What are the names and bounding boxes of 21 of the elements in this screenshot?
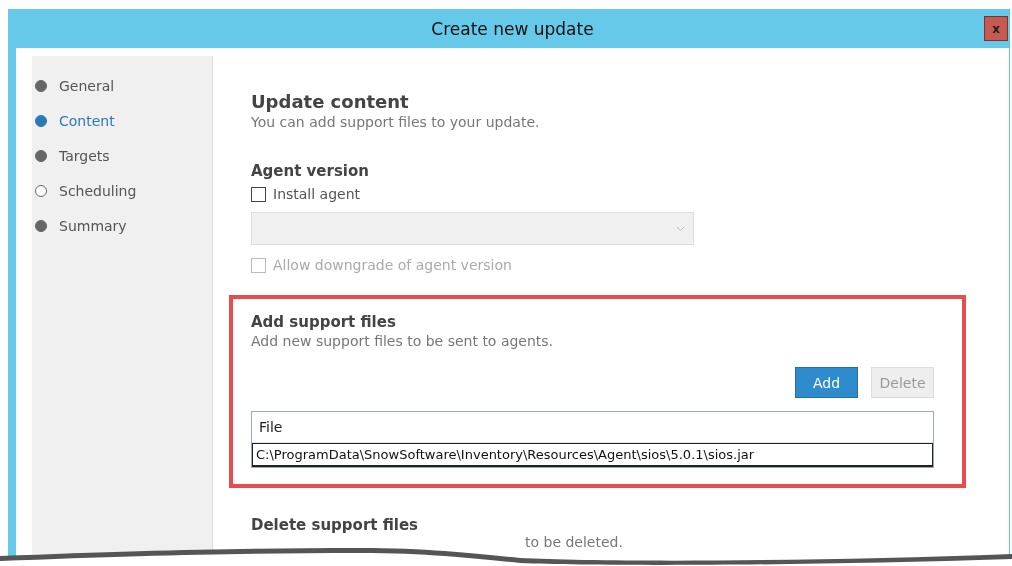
column-header[interactable]: File: [252, 412, 933, 443]
page-subtitle: You can add support files to your update.: [251, 114, 541, 130]
table-row[interactable]: C:\ProgramData\SnowSoftware\Inventory\Resources\Agent\sios\5.0.1\sios.jar: [252, 443, 933, 467]
section-heading: Agent version: [251, 162, 370, 180]
section-heading: Add support files: [251, 313, 397, 331]
section-subtitle: Add new support files to be sent to agents.: [251, 333, 555, 349]
step-item[interactable]: General: [59, 78, 115, 94]
checkbox[interactable]: [251, 186, 266, 202]
step-item[interactable]: Targets: [59, 148, 110, 164]
page-title: Update content: [251, 91, 410, 112]
close-button[interactable]: x: [984, 16, 1008, 41]
section-subtitle: to be deleted.: [524, 534, 624, 550]
chevron-down-icon: [676, 225, 685, 232]
checkbox-label: Install agent: [273, 186, 361, 202]
section-heading: Delete support files: [251, 516, 420, 534]
step-item[interactable]: Scheduling: [59, 183, 137, 199]
checkbox-label: Allow downgrade of agent version: [273, 257, 512, 273]
step-item[interactable]: Summary: [59, 218, 127, 234]
add-button[interactable]: Add: [795, 367, 858, 398]
window-title: Create new update: [431, 18, 594, 39]
step-item[interactable]: Content: [59, 113, 115, 129]
